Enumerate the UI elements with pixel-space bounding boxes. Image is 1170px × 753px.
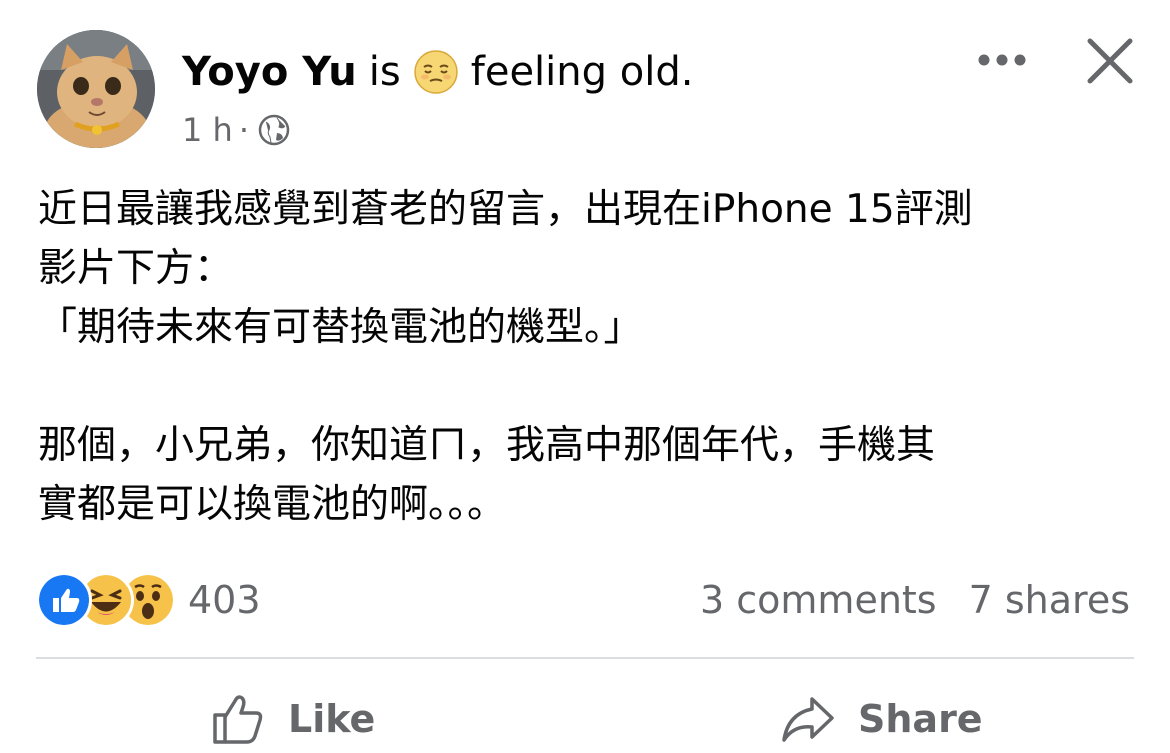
post-meta: 1 h · [182,108,291,152]
globe-icon [258,114,290,146]
more-icon [978,54,1026,66]
author-name[interactable]: Yoyo Yu [182,49,357,95]
post-header: Yoyo Yu is feeling old. [182,44,693,100]
more-options-button[interactable] [972,40,1032,80]
like-label: Like [288,697,376,741]
close-button[interactable] [1082,33,1138,89]
post-line: 影片下方： [38,246,234,291]
feeling-text[interactable]: feeling old. [471,49,694,95]
engagement-counts: 3 comments 7 shares [700,574,1130,626]
post-line: 實都是可以換電池的啊。。。 [38,482,507,527]
avatar[interactable] [37,30,155,148]
post-line: 「期待未來有可替換電池的機型。」 [38,305,643,350]
share-arrow-icon [782,697,834,742]
thumbs-up-icon [213,695,263,744]
pensive-face-icon [414,50,458,94]
divider [36,657,1134,659]
comments-count[interactable]: 3 comments [700,578,937,622]
shares-count[interactable]: 7 shares [969,578,1130,622]
post-body: 近日最讓我感覺到蒼老的留言，出現在iPhone 15評測 影片下方： 「期待未來… [38,180,1138,534]
reaction-count[interactable]: 403 [188,578,261,622]
like-button[interactable]: Like [210,686,375,752]
is-word: is [368,49,401,95]
reactions-summary[interactable]: 403 [36,572,261,628]
post-line [38,357,1138,416]
like-reaction-icon [36,572,92,628]
share-label: Share [858,697,983,741]
close-icon [1087,38,1133,84]
post-line: 那個，小兄弟，你知道ㄇ，我高中那個年代，手機其 [38,423,936,468]
post-time[interactable]: 1 h [182,111,233,149]
share-button[interactable]: Share [780,686,983,752]
post-line: 近日最讓我感覺到蒼老的留言，出現在iPhone 15評測 [38,187,973,232]
meta-separator: · [238,111,249,149]
